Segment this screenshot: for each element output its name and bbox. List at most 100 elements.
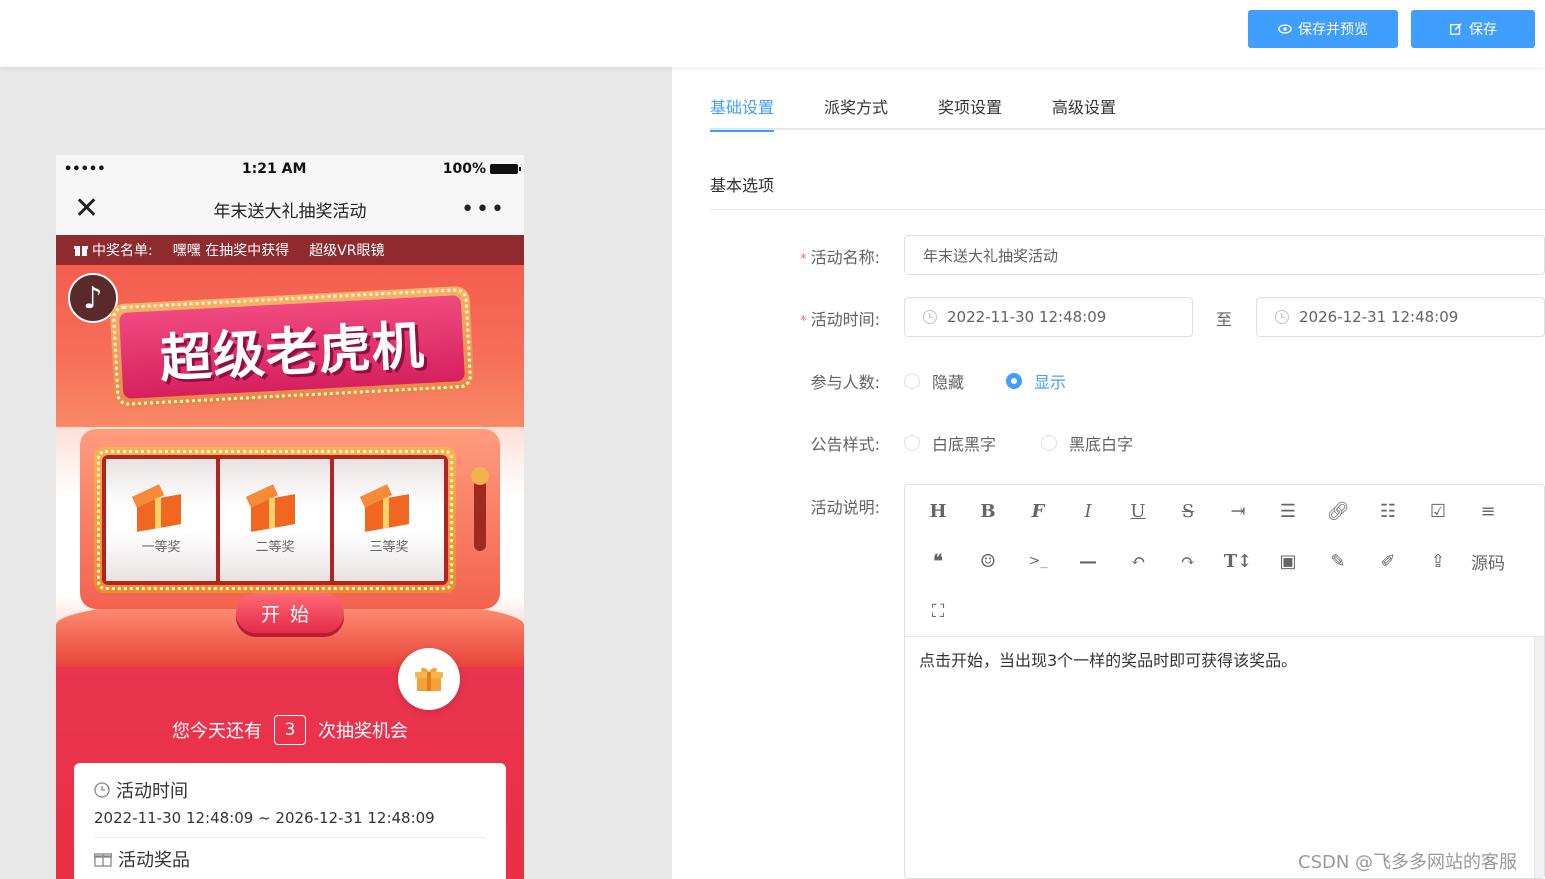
start-time-value: 2022-11-30 12:48:09 xyxy=(947,308,1107,326)
participants-hide-radio[interactable]: 隐藏 xyxy=(904,369,964,393)
gift-box-icon xyxy=(245,483,303,532)
battery-indicator: 100% xyxy=(442,161,521,177)
close-icon[interactable]: ✕ xyxy=(74,194,99,224)
time-range-separator: 至 xyxy=(1216,310,1233,329)
start-button[interactable]: 开始 xyxy=(236,593,344,633)
more-icon[interactable]: ••• xyxy=(461,197,506,222)
reel: 三等奖 xyxy=(334,459,444,581)
chances-count: 3 xyxy=(274,715,306,745)
save-and-preview-label: 保存并预览 xyxy=(1298,22,1368,38)
gift-float-button[interactable] xyxy=(398,648,460,710)
bold-icon[interactable]: B xyxy=(973,496,1003,526)
font-icon[interactable]: F xyxy=(1023,496,1053,526)
activity-info-card: 活动时间 2022-11-30 12:48:09 ~ 2026-12-31 12… xyxy=(74,763,506,879)
emoji-icon[interactable]: ☺ xyxy=(973,546,1003,576)
status-bar: ••••• 1:21 AM 100% xyxy=(56,155,524,183)
fullscreen-icon[interactable]: ⛶ xyxy=(923,596,953,626)
sign-bulbs xyxy=(111,287,473,407)
activity-time-label: * 活动时间: xyxy=(700,306,880,330)
tab-advanced-settings[interactable]: 高级设置 xyxy=(1052,80,1116,130)
tab-prize-settings[interactable]: 奖项设置 xyxy=(938,80,1002,130)
start-time-input[interactable]: 2022-11-30 12:48:09 xyxy=(904,297,1193,337)
battery-percent: 100% xyxy=(442,161,486,177)
save-button[interactable]: 保存 xyxy=(1411,10,1535,48)
source-code-button[interactable]: 源码 xyxy=(1463,546,1513,576)
link-icon[interactable]: 🔗︎ xyxy=(1323,496,1353,526)
chances-suffix: 次抽奖机会 xyxy=(318,721,408,742)
section-divider xyxy=(710,209,1545,210)
reel: 一等奖 xyxy=(106,459,216,581)
winner-prize: 超级VR眼镜 xyxy=(309,243,385,259)
clock-icon xyxy=(923,310,937,324)
quote-icon[interactable]: ❝ xyxy=(923,546,953,576)
save-and-preview-button[interactable]: 保存并预览 xyxy=(1248,10,1398,48)
end-time-value: 2026-12-31 12:48:09 xyxy=(1299,308,1459,326)
brush-icon[interactable]: ✐ xyxy=(1373,546,1403,576)
activity-name-input[interactable]: 年末送大礼抽奖活动 xyxy=(904,235,1545,275)
underline-icon[interactable]: U xyxy=(1123,496,1153,526)
required-mark: * xyxy=(800,314,807,329)
phone-preview: ••••• 1:21 AM 100% ✕ 年末送大礼抽奖活动 ••• 中奖名单:… xyxy=(56,155,524,879)
participants-label: 参与人数: xyxy=(810,373,880,392)
winner-text: 在抽奖中获得 xyxy=(205,243,290,259)
eye-icon xyxy=(1278,24,1292,34)
italic-icon[interactable]: I xyxy=(1073,496,1103,526)
activity-prize-row: 活动奖品 xyxy=(94,846,486,872)
text-size-icon[interactable]: T↕ xyxy=(1223,546,1253,576)
slot-machine: 一等奖 二等奖 三等奖 xyxy=(80,429,500,609)
winner-name: 嘿嘿 xyxy=(172,243,201,259)
participants-show-radio[interactable]: 显示 xyxy=(1006,369,1066,393)
pen-icon[interactable]: ✎ xyxy=(1323,546,1353,576)
activity-time-label: 活动时间 xyxy=(116,781,188,802)
save-label: 保存 xyxy=(1469,22,1497,38)
redo-icon[interactable]: ↷ xyxy=(1173,546,1203,576)
tab-basic-settings[interactable]: 基础设置 xyxy=(710,80,775,132)
notice-style-label: 公告样式: xyxy=(810,435,880,454)
editor-scrollbar[interactable] xyxy=(1534,637,1544,878)
end-time-input[interactable]: 2026-12-31 12:48:09 xyxy=(1256,297,1545,337)
radio-label: 显示 xyxy=(1034,373,1067,392)
winners-marquee: 中奖名单: 嘿嘿 在抽奖中获得 超级VR眼镜 xyxy=(56,235,524,265)
undo-icon[interactable]: ↶ xyxy=(1123,546,1153,576)
code-icon[interactable]: >_ xyxy=(1023,546,1053,576)
phone-nav-bar: ✕ 年末送大礼抽奖活动 ••• xyxy=(56,183,524,235)
hero-sign: 超级老虎机 xyxy=(109,285,475,409)
image-icon[interactable]: ▣ xyxy=(1273,546,1303,576)
description-label: 活动说明: xyxy=(810,498,880,517)
edit-icon xyxy=(1450,23,1462,35)
watermark: CSDN @飞多多网站的客服 xyxy=(1298,852,1518,873)
radio-label: 白底黑字 xyxy=(932,435,997,454)
checkbox-icon[interactable]: ☑ xyxy=(1423,496,1453,526)
tab-award-method[interactable]: 派奖方式 xyxy=(824,80,888,130)
activity-time-label-text: 活动时间: xyxy=(810,310,880,329)
gift-icon xyxy=(415,667,443,691)
section-title: 基本选项 xyxy=(710,176,775,195)
reel-label: 二等奖 xyxy=(255,539,295,555)
notice-white-radio[interactable]: 白底黑字 xyxy=(904,431,996,455)
chances-section: 您今天还有 3 次抽奖机会 活动时间 2022-11-30 12:48:09 ~… xyxy=(56,667,524,879)
activity-time-row: 活动时间 xyxy=(94,777,486,803)
radio-dot xyxy=(904,435,920,451)
line-height-icon[interactable]: ☰ xyxy=(1273,496,1303,526)
list-icon[interactable]: ☷ xyxy=(1373,496,1403,526)
justify-icon[interactable]: ≡ xyxy=(1473,496,1503,526)
reel: 二等奖 xyxy=(220,459,330,581)
machine-lever xyxy=(471,467,489,551)
top-bar: 保存并预览 保存 xyxy=(0,0,1545,67)
radio-dot xyxy=(1041,435,1057,451)
activity-name-label: * 活动名称: xyxy=(700,244,880,268)
gift-small-icon xyxy=(74,246,88,256)
activity-time-value: 2022-11-30 12:48:09 ~ 2026-12-31 12:48:0… xyxy=(94,809,486,838)
strikethrough-icon[interactable]: S xyxy=(1173,496,1203,526)
editor-content[interactable]: 点击开始，当出现3个一样的奖品时即可获得该奖品。 xyxy=(905,637,1544,681)
reel-label: 三等奖 xyxy=(369,539,409,555)
upload-icon[interactable]: ⇪ xyxy=(1423,546,1453,576)
winners-label-group: 中奖名单: xyxy=(74,240,153,260)
chances-prefix: 您今天还有 xyxy=(172,721,262,742)
heading-icon[interactable]: H xyxy=(923,496,953,526)
indent-icon[interactable]: ⇥ xyxy=(1223,496,1253,526)
radio-dot xyxy=(1006,373,1022,389)
notice-black-radio[interactable]: 黑底白字 xyxy=(1041,431,1133,455)
winner-entry: 嘿嘿 在抽奖中获得 xyxy=(173,240,289,260)
horizontal-rule-icon[interactable]: — xyxy=(1073,546,1103,576)
